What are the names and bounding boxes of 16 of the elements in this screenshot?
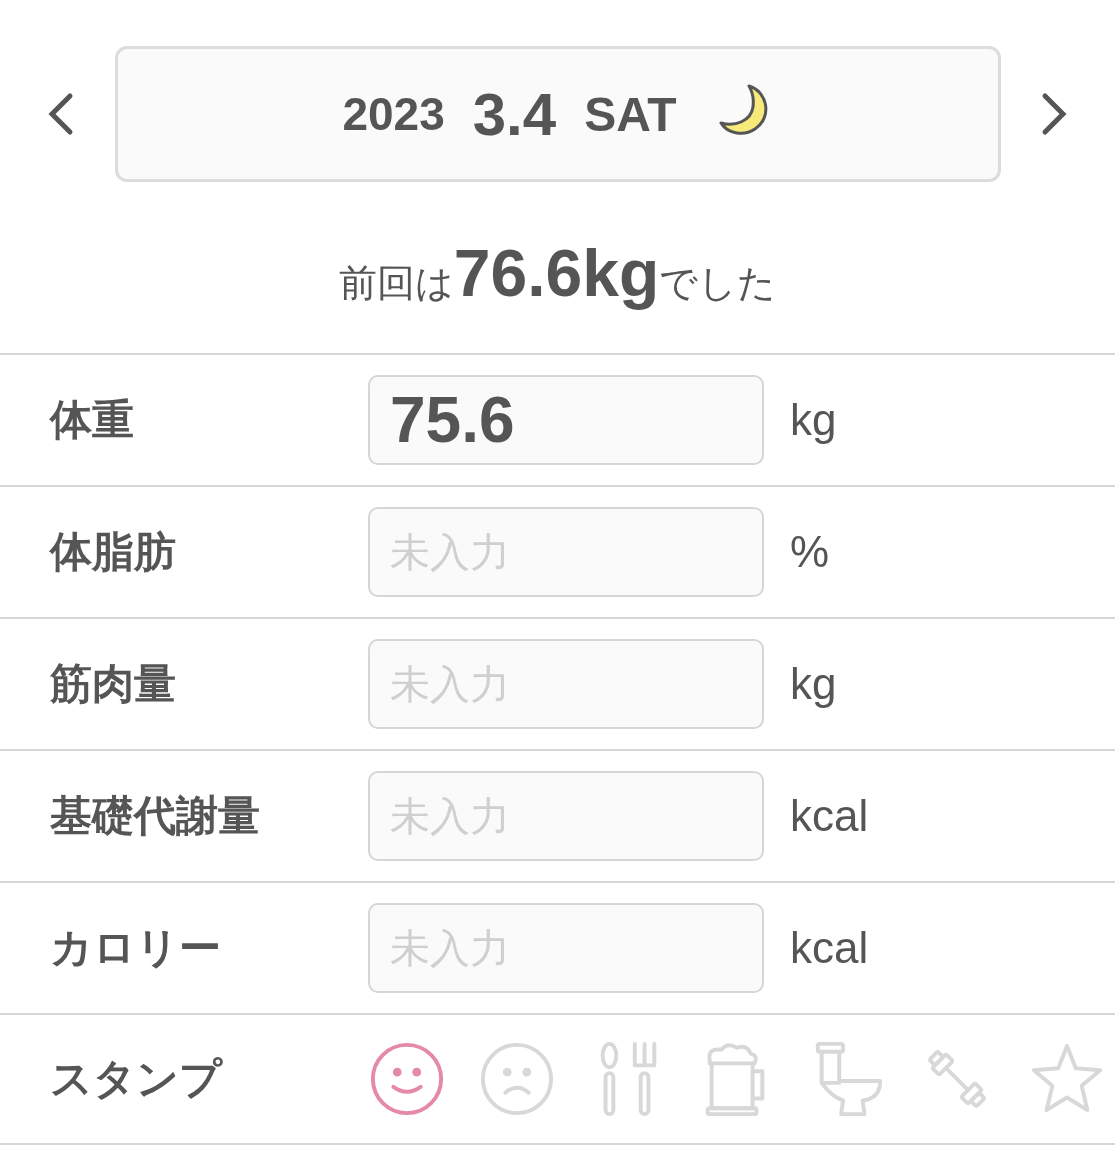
- field-label: 体重: [48, 394, 135, 446]
- field-label: 体脂肪: [48, 526, 177, 578]
- date-selector[interactable]: 2023 3.4 SAT: [114, 46, 1001, 182]
- unit-label: kg: [790, 659, 837, 709]
- unit-label: kg: [790, 395, 837, 445]
- field-label: カロリー: [49, 922, 222, 974]
- unit-label: %: [790, 527, 830, 577]
- stamp-label: スタンプ: [49, 1053, 224, 1105]
- field-label: 基礎代謝量: [49, 790, 261, 842]
- smile-icon[interactable]: [368, 1040, 446, 1118]
- unit-label: kcal: [790, 923, 869, 973]
- frown-icon[interactable]: [478, 1040, 556, 1118]
- field-label: 筋肉量: [49, 658, 177, 710]
- previous-weight-text: 前回は76.6kgでした: [338, 234, 777, 311]
- input-field[interactable]: 75.6: [368, 375, 764, 465]
- unit-label: kcal: [790, 791, 869, 841]
